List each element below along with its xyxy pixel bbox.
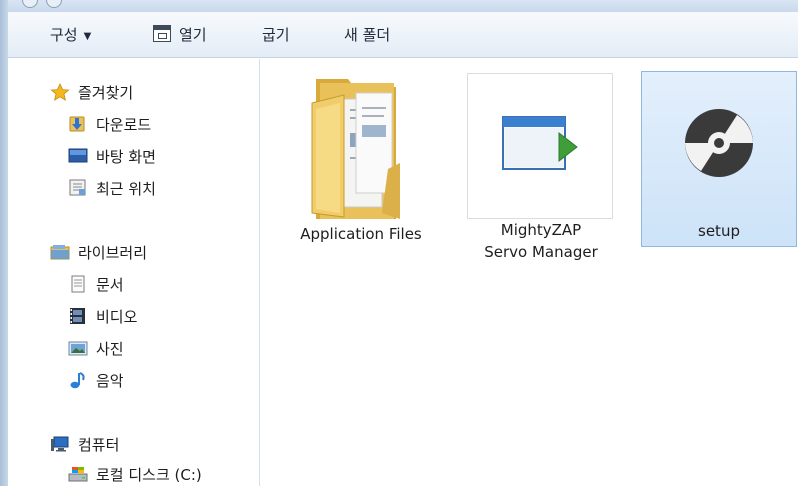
forward-button-partial[interactable]: [46, 0, 62, 8]
open-label: 열기: [179, 26, 207, 44]
open-button[interactable]: 열기: [153, 12, 207, 58]
nav-item-desktop-label: 바탕 화면: [96, 148, 156, 166]
nav-item-music-label: 음악: [96, 372, 124, 390]
burn-label: 굽기: [262, 26, 290, 44]
nav-item-recent-places-label: 최근 위치: [96, 180, 156, 198]
window-title-strip: [0, 0, 798, 12]
nav-computer-label: 컴퓨터: [78, 436, 120, 454]
file-name-setup: setup: [698, 222, 740, 240]
window-left-border: [0, 0, 8, 486]
nav-item-downloads[interactable]: 다운로드: [68, 113, 151, 137]
nav-libraries-label: 라이브러리: [78, 244, 148, 262]
open-icon: [153, 25, 171, 42]
star-icon: [50, 83, 70, 101]
nav-computer[interactable]: 컴퓨터: [50, 433, 119, 457]
nav-item-downloads-label: 다운로드: [96, 116, 152, 134]
application-window-icon: [502, 116, 578, 170]
local-disk-icon: [68, 467, 88, 482]
file-item-application-files[interactable]: Application Files: [281, 73, 441, 263]
file-view: Application Files MightyZAP Servo Manage…: [261, 59, 798, 486]
nav-libraries[interactable]: 라이브러리: [50, 241, 147, 265]
nav-favorites[interactable]: 즐겨찾기: [50, 81, 133, 105]
nav-item-videos[interactable]: 비디오: [68, 305, 137, 329]
nav-item-desktop[interactable]: 바탕 화면: [68, 145, 156, 169]
file-name-application-files: Application Files: [300, 225, 422, 243]
nav-item-music[interactable]: 음악: [68, 369, 124, 393]
nav-favorites-label: 즐겨찾기: [78, 84, 134, 102]
music-icon: [70, 372, 85, 389]
videos-icon: [70, 308, 85, 324]
nav-item-local-disk-label: 로컬 디스크 (C:): [96, 466, 202, 484]
downloads-icon: [69, 116, 85, 132]
nav-item-recent-places[interactable]: 최근 위치: [68, 177, 156, 201]
organize-button[interactable]: 구성 ▼: [50, 12, 91, 58]
documents-icon: [71, 275, 85, 293]
libraries-icon: [50, 245, 70, 260]
folder-icon: [311, 79, 400, 219]
burn-button[interactable]: 굽기: [262, 12, 290, 58]
file-name-line1: MightyZAP: [500, 221, 582, 239]
setup-disc-icon: [685, 109, 753, 177]
file-name-line2: Servo Manager: [484, 243, 598, 261]
computer-icon: [51, 436, 69, 452]
navigation-pane: 즐겨찾기 다운로드 바탕 화면 최근 위치 라이브러리 문서 비디오 사진 음악…: [8, 59, 260, 486]
nav-item-pictures[interactable]: 사진: [68, 337, 124, 361]
recent-places-icon: [69, 179, 86, 196]
new-folder-button[interactable]: 새 폴더: [344, 12, 390, 58]
file-item-mightyzap-servo-manager[interactable]: MightyZAP Servo Manager: [461, 73, 621, 273]
new-folder-label: 새 폴더: [344, 26, 391, 44]
command-bar: 구성 ▼ 열기 굽기 새 폴더: [8, 12, 798, 58]
desktop-icon: [68, 148, 88, 163]
file-item-setup[interactable]: setup: [641, 71, 797, 247]
nav-item-documents[interactable]: 문서: [68, 273, 124, 297]
back-button-partial[interactable]: [22, 0, 38, 8]
pictures-icon: [68, 341, 88, 356]
nav-item-videos-label: 비디오: [96, 308, 138, 326]
chevron-down-icon: ▼: [83, 31, 92, 42]
organize-label: 구성: [50, 26, 78, 44]
nav-item-pictures-label: 사진: [96, 340, 124, 358]
nav-item-local-disk[interactable]: 로컬 디스크 (C:): [68, 463, 202, 487]
nav-item-documents-label: 문서: [96, 276, 124, 294]
